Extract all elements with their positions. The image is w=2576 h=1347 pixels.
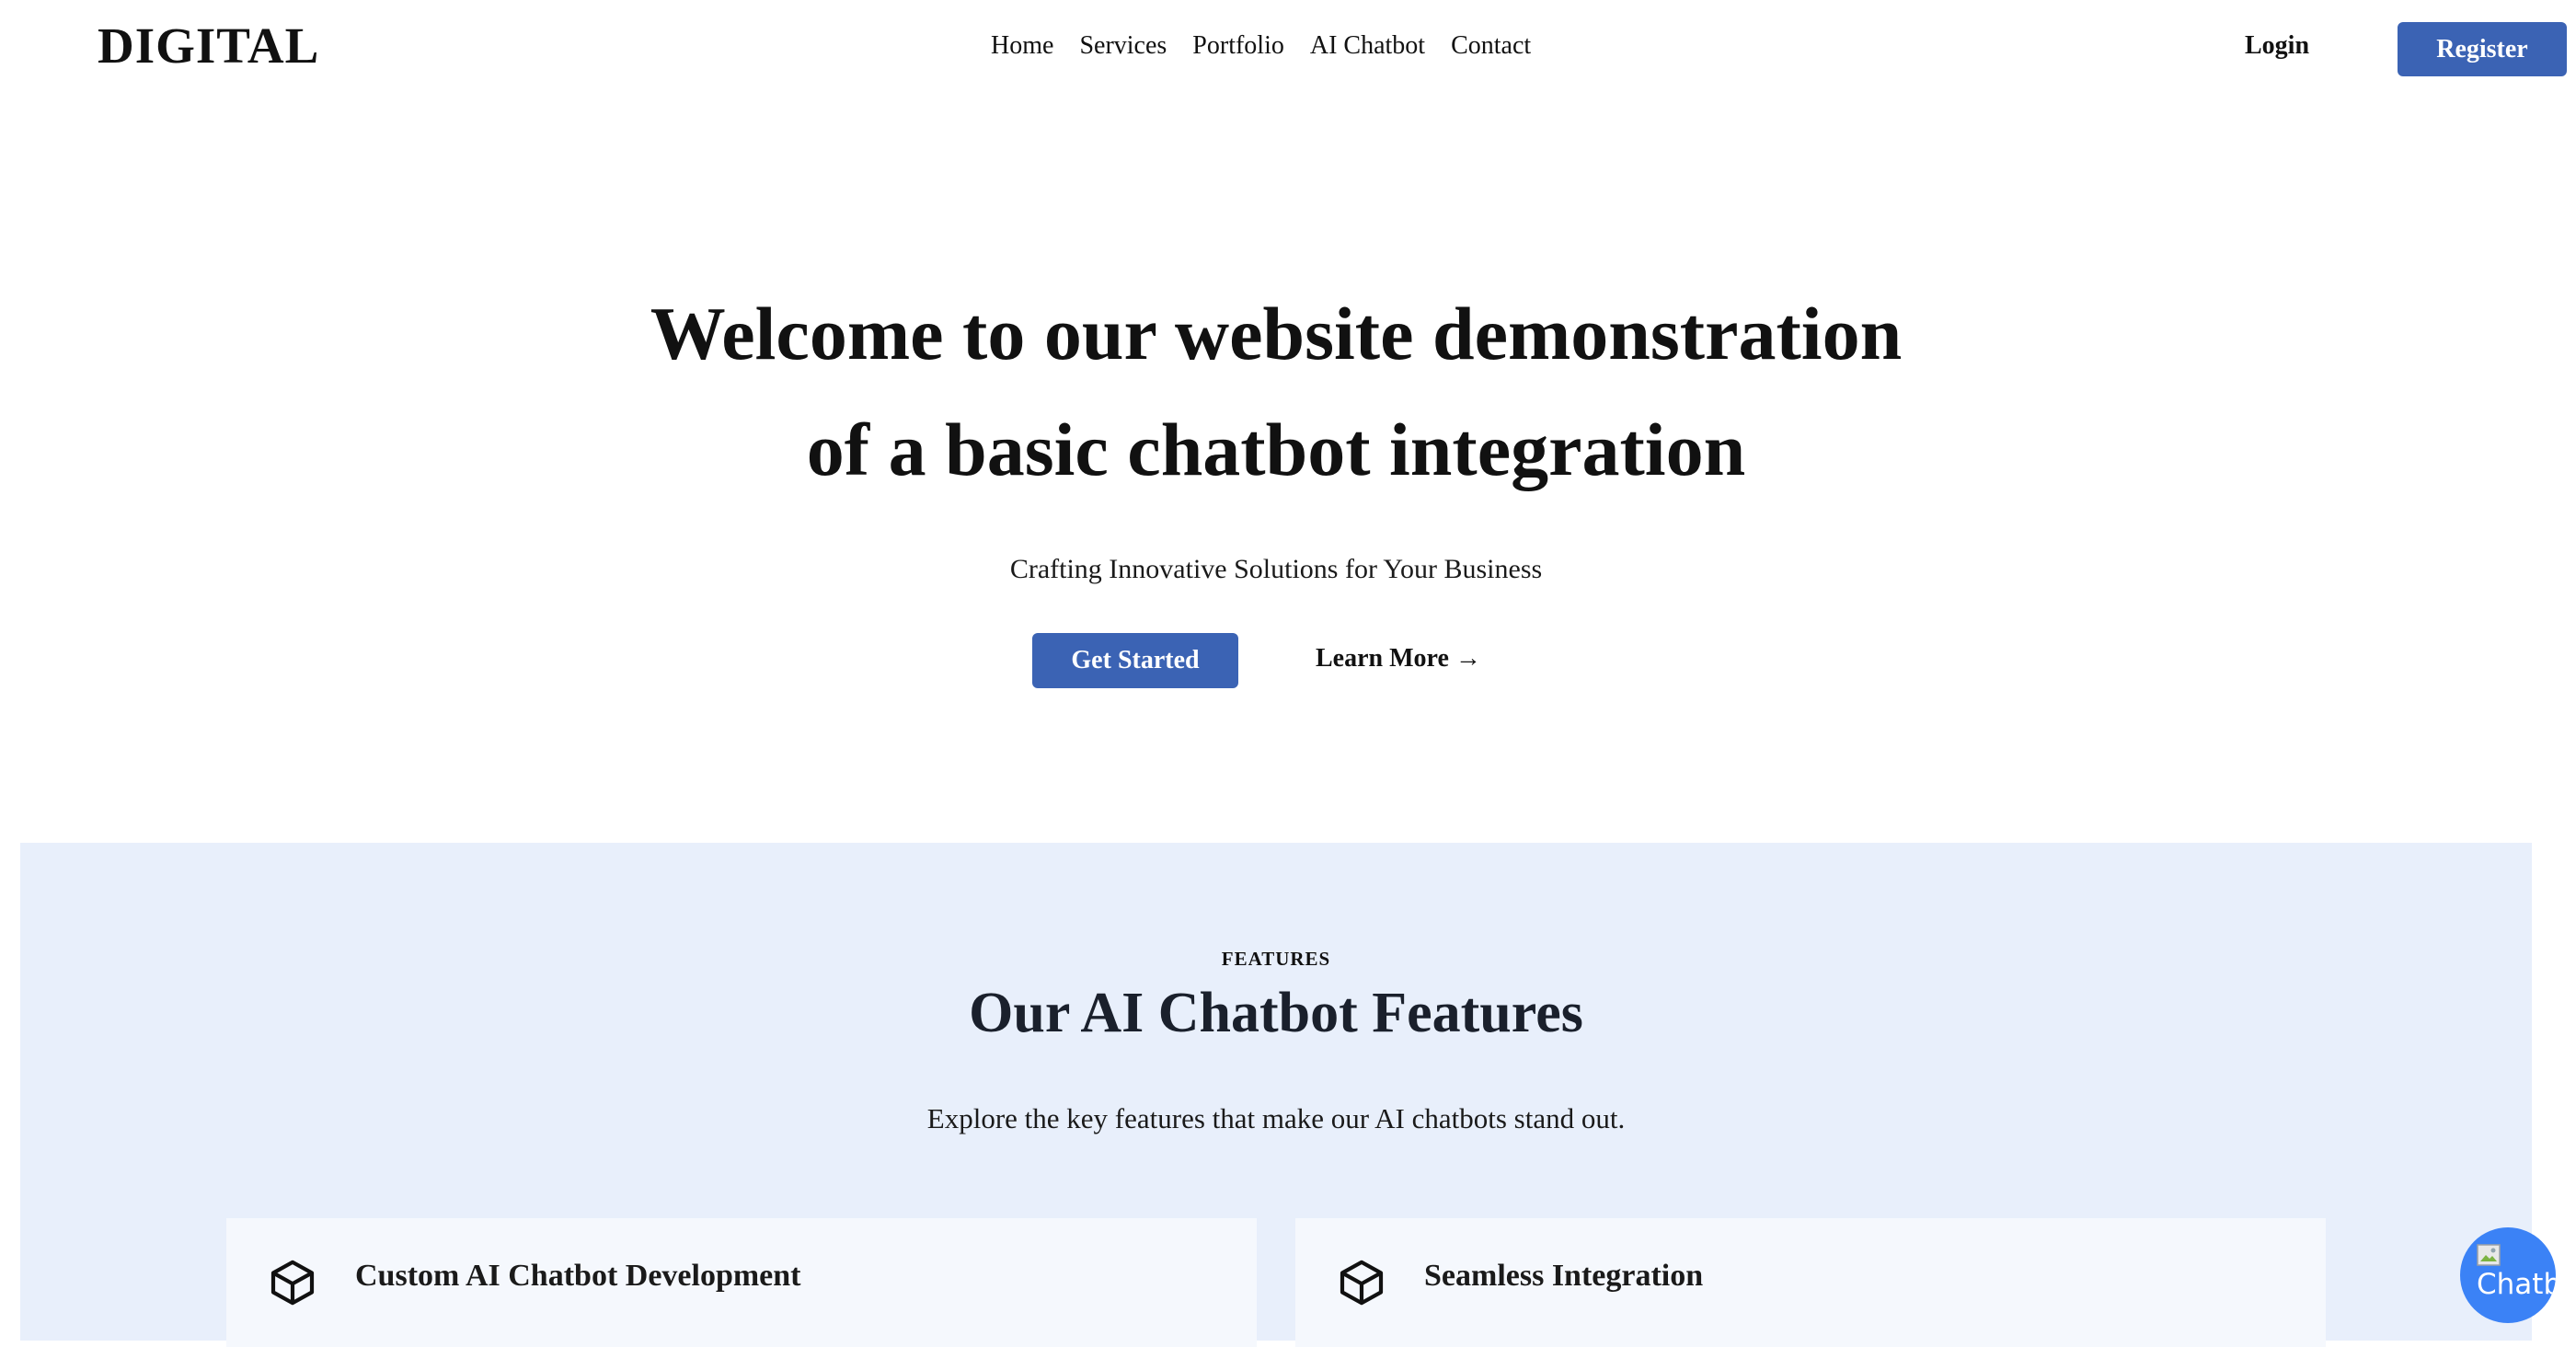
feature-card: Seamless Integration: [1295, 1218, 2326, 1347]
features-section: FEATURES Our AI Chatbot Features Explore…: [20, 843, 2532, 1347]
hero-title-line-1: Welcome to our website demonstration: [650, 292, 1903, 375]
chatbot-image-alt-text: Chatbot: [2477, 1268, 2556, 1301]
features-description: Explore the key features that make our A…: [926, 1102, 1626, 1134]
site-header: DIGITAL Home Services Portfolio AI Chatb…: [0, 0, 2576, 98]
site-logo[interactable]: DIGITAL: [98, 17, 319, 75]
hero-subtitle: Crafting Innovative Solutions for Your B…: [1009, 554, 1543, 584]
login-link[interactable]: Login: [2245, 31, 2309, 61]
feature-card-title: Seamless Integration: [1424, 1259, 1704, 1293]
feature-card: Custom AI Chatbot Development: [226, 1218, 1257, 1347]
features-title: Our AI Chatbot Features: [969, 982, 1583, 1044]
register-button[interactable]: Register: [2398, 22, 2567, 76]
hero-title-line-2: of a basic chatbot integration: [806, 408, 1746, 491]
broken-image-icon: [2477, 1244, 2501, 1266]
nav-link-contact[interactable]: Contact: [1451, 31, 1531, 61]
features-eyebrow: FEATURES: [1221, 948, 1331, 970]
nav-link-services[interactable]: Services: [1079, 31, 1167, 61]
nav-link-home[interactable]: Home: [991, 31, 1053, 61]
feature-card-title: Custom AI Chatbot Development: [355, 1259, 801, 1293]
nav-link-ai-chatbot[interactable]: AI Chatbot: [1310, 31, 1425, 61]
learn-more-link[interactable]: Learn More →: [1316, 644, 1481, 674]
cube-icon: [270, 1260, 315, 1306]
chatbot-launcher-button[interactable]: Chatbot: [2460, 1227, 2556, 1323]
main-nav: Home Services Portfolio AI Chatbot Conta…: [991, 31, 1531, 61]
nav-link-portfolio[interactable]: Portfolio: [1192, 31, 1284, 61]
get-started-button[interactable]: Get Started: [1032, 633, 1238, 688]
hero-title: Welcome to our website demonstration of …: [0, 276, 2552, 508]
cube-icon: [1340, 1260, 1384, 1306]
